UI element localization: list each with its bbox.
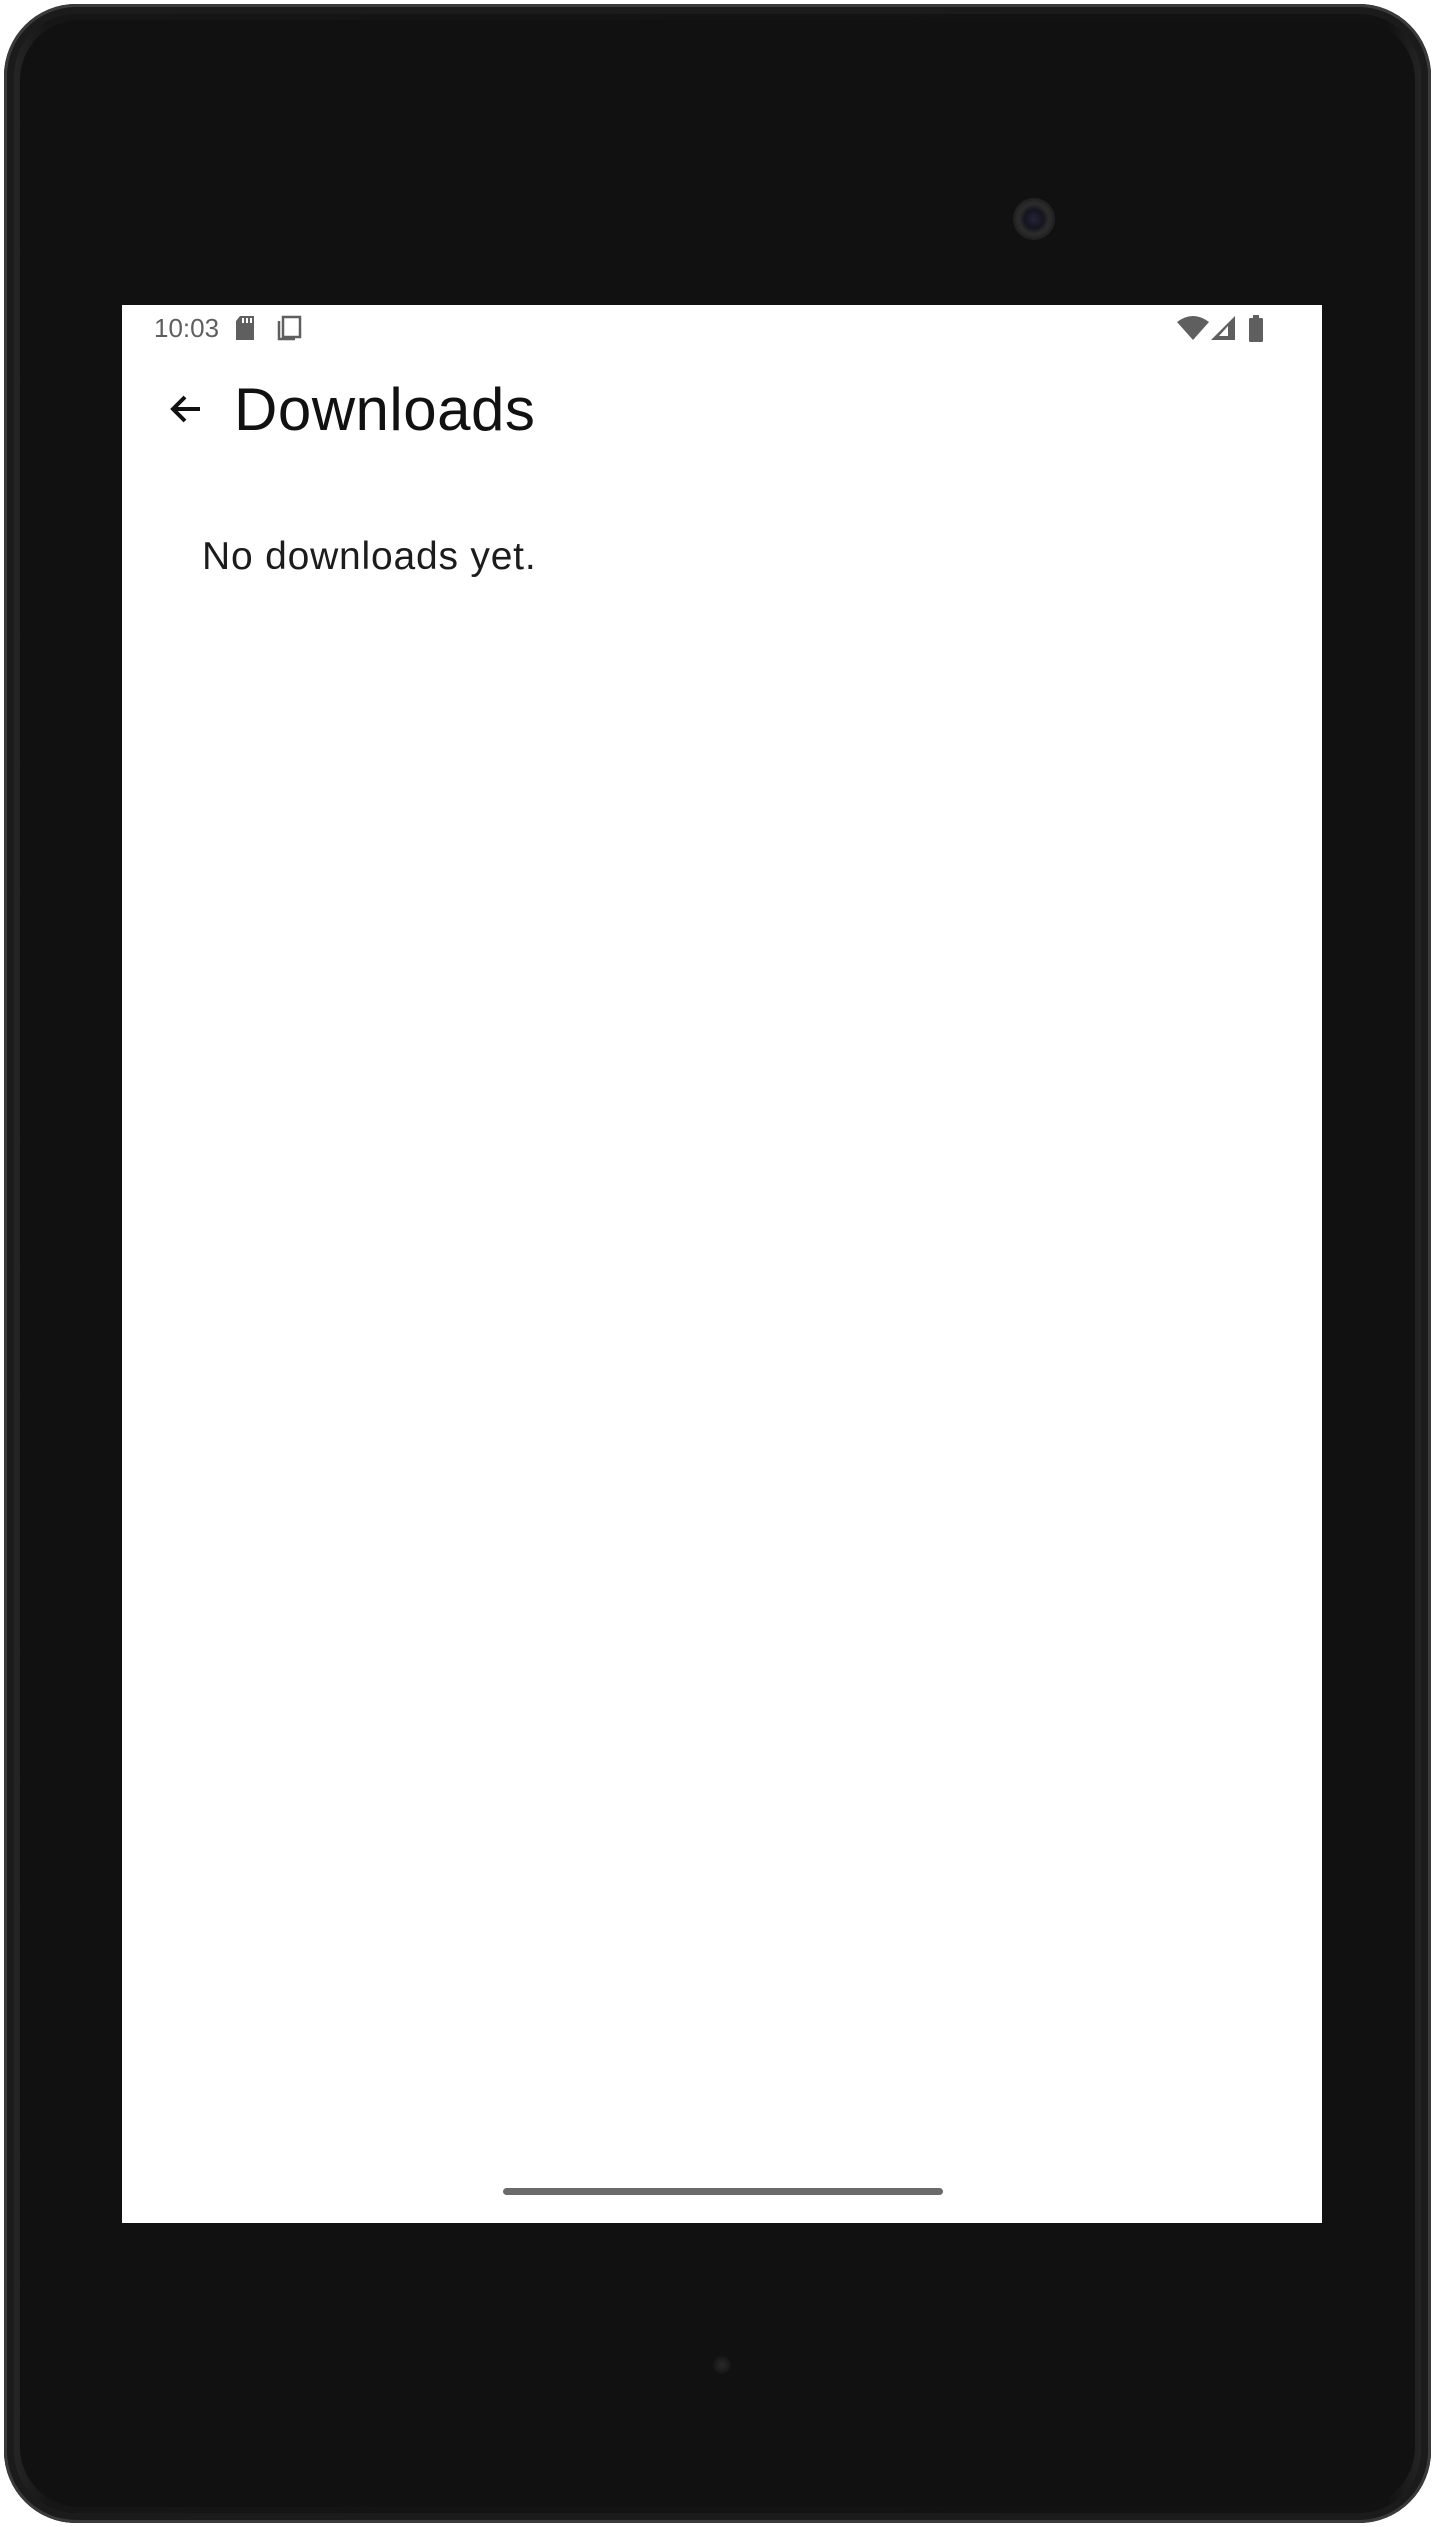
- status-time: 10:03: [154, 313, 220, 343]
- back-button[interactable]: [160, 383, 212, 435]
- gesture-navigation-handle[interactable]: [503, 2188, 943, 2195]
- app-bar: Downloads: [122, 353, 1322, 463]
- front-camera: [1015, 200, 1053, 238]
- page-title: Downloads: [234, 376, 536, 443]
- tablet-device-frame: 10:03 Downloads No downloads yet.: [4, 4, 1431, 2523]
- arrow-back-icon: [170, 395, 200, 423]
- cell-signal-icon: [1210, 315, 1236, 345]
- battery-icon: [1248, 315, 1264, 347]
- wifi-icon: [1176, 315, 1210, 345]
- sd-card-icon: [234, 315, 256, 345]
- empty-downloads-message: No downloads yet.: [202, 535, 537, 578]
- status-bar: 10:03: [122, 305, 1322, 353]
- device-screen: 10:03 Downloads No downloads yet.: [122, 305, 1322, 2223]
- screenshot-icon: [276, 315, 302, 345]
- device-sensor: [713, 2356, 731, 2374]
